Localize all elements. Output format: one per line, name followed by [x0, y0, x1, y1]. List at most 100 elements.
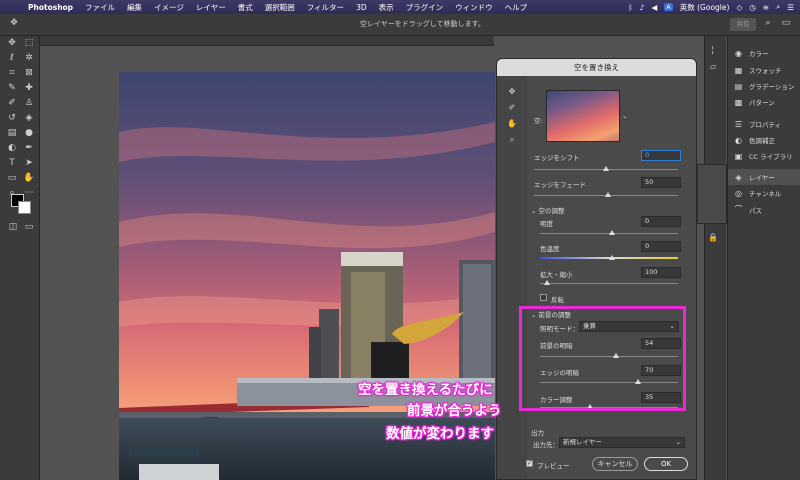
scale-thumb[interactable] [544, 280, 550, 285]
menu-select[interactable]: 選択範囲 [259, 2, 301, 13]
menu-edit[interactable]: 編集 [121, 2, 148, 13]
menu-window[interactable]: ウィンドウ [449, 2, 499, 13]
move-tool-options-icon[interactable]: ✥ [8, 18, 20, 30]
dropbox-icon[interactable]: ◇ [736, 3, 742, 12]
options-bar: ✥ 空レイヤーをドラッグして移動します。 共有 ⌕ ▭ [0, 14, 800, 36]
color-icon: ◉ [735, 48, 742, 58]
output-to-select[interactable]: 新規レイヤー ⌄ [559, 437, 685, 448]
crop-tool-icon[interactable]: ⌗ [5, 66, 19, 80]
panel-item-layers[interactable]: ◈ レイヤー [728, 169, 800, 185]
menu-plugins[interactable]: プラグイン [400, 2, 450, 13]
menu-type[interactable]: 書式 [232, 2, 259, 13]
temperature-thumb[interactable] [609, 255, 615, 260]
menu-app-name[interactable]: Photoshop [22, 3, 79, 12]
marquee-tool-icon[interactable]: ⬚ [22, 36, 36, 50]
channels-icon: ◎ [735, 188, 742, 198]
libraries-icon: ▣ [734, 151, 743, 161]
panel-item-channels[interactable]: ◎ チャンネル [734, 188, 781, 199]
comments-icon[interactable]: ▱ [710, 62, 716, 71]
gradient-tool-icon[interactable]: ▤ [5, 126, 19, 140]
menubar: Photoshop ファイル 編集 イメージ レイヤー 書式 選択範囲 フィルタ… [0, 0, 800, 14]
shift-edge-field[interactable]: 0 [641, 150, 681, 161]
clock-icon[interactable]: ◷ [749, 3, 756, 12]
scale-field[interactable]: 100 [641, 267, 681, 278]
panel-item-adjustments[interactable]: ◐ 色調補正 [734, 135, 775, 146]
healing-tool-icon[interactable]: ✚ [22, 81, 36, 95]
menu-file[interactable]: ファイル [79, 2, 121, 13]
cancel-button[interactable]: キャンセル [592, 457, 638, 471]
panel-item-gradients[interactable]: ▤ グラデーション [734, 81, 795, 92]
pen-tool-icon[interactable]: ✒ [22, 141, 36, 155]
scale-label: 拡大・縮小 [540, 271, 573, 279]
menu-image[interactable]: イメージ [148, 2, 190, 13]
history-brush-icon[interactable]: ↺ [5, 111, 19, 125]
shape-tool-icon[interactable]: ▭ [5, 171, 19, 185]
callout-line-2: 前景が合うよう [407, 403, 502, 419]
bluetooth-icon[interactable]: ᛒ [628, 3, 633, 12]
brightness-field[interactable]: 0 [641, 216, 681, 227]
scale-slider[interactable] [540, 283, 678, 284]
properties-icon: ☰ [734, 119, 743, 129]
move-tool-icon[interactable]: ✥ [5, 36, 19, 50]
sky-label: 空: [534, 117, 543, 125]
brush-tool-icon[interactable]: ✐ [5, 96, 19, 110]
ok-button[interactable]: OK [644, 457, 688, 471]
menu-layer[interactable]: レイヤー [190, 2, 232, 13]
quick-mask-icon[interactable]: ◫ [6, 220, 20, 234]
fade-edge-thumb[interactable] [605, 192, 611, 197]
flip-checkbox[interactable] [540, 294, 547, 301]
menu-filter[interactable]: フィルター [301, 2, 350, 13]
tools-panel-icon[interactable]: ╎ [710, 46, 715, 55]
type-tool-icon[interactable]: T [5, 156, 19, 170]
panel-item-swatches[interactable]: ▦ スウォッチ [734, 65, 782, 76]
share-button[interactable]: 共有 [730, 18, 756, 31]
brightness-thumb[interactable] [609, 230, 615, 235]
zoom-icon[interactable]: ⌕ [506, 135, 518, 147]
move-icon[interactable]: ✥ [506, 87, 518, 99]
search-icon[interactable]: ⌕ [776, 2, 780, 12]
panel-item-color[interactable]: ◉ カラー [734, 48, 769, 59]
shift-edge-thumb[interactable] [603, 166, 609, 171]
control-center-icon[interactable]: ☰ [787, 3, 794, 12]
lasso-tool-icon[interactable]: ℓ [5, 51, 19, 65]
screen-mode-icon[interactable]: ▭ [22, 220, 36, 234]
lock-icon[interactable]: 🔒 [708, 233, 718, 242]
workspace-icon[interactable]: ▭ [780, 18, 792, 30]
hand-icon[interactable]: ✋ [506, 119, 518, 131]
frame-tool-icon[interactable]: ⊠ [22, 66, 36, 80]
sky-dropdown-chevron-icon[interactable]: ⌄ [622, 112, 627, 120]
blur-tool-icon[interactable]: ● [22, 126, 36, 140]
magic-wand-tool-icon[interactable]: ✲ [22, 51, 36, 65]
stamp-tool-icon[interactable]: ♙ [22, 96, 36, 110]
menu-help[interactable]: ヘルプ [499, 2, 534, 13]
fade-edge-label: エッジをフェード [534, 181, 586, 189]
dodge-tool-icon[interactable]: ◐ [5, 141, 19, 155]
output-to-label: 出力先： [533, 441, 559, 449]
eraser-tool-icon[interactable]: ◈ [22, 111, 36, 125]
input-method-label[interactable]: 英数 (Google) [680, 2, 730, 13]
callout-line-1: 空を置き換えるたびに [358, 382, 493, 398]
ime-badge-icon[interactable]: A [664, 3, 673, 11]
sky-adjust-section[interactable]: ⌄ 空の調整 [531, 205, 565, 215]
sky-preset-thumbnail[interactable] [546, 90, 620, 142]
panel-item-properties[interactable]: ☰ プロパティ [734, 119, 781, 130]
panel-item-paths[interactable]: ⌒ パス [734, 204, 763, 215]
preview-checkbox[interactable]: ✓ [526, 460, 533, 467]
panel-item-patterns[interactable]: ▩ パターン [734, 97, 775, 108]
search-icon[interactable]: ⌕ [762, 18, 774, 30]
wifi-icon[interactable]: ≋ [763, 3, 769, 12]
eyedropper-tool-icon[interactable]: ✎ [5, 81, 19, 95]
background-color-swatch[interactable] [18, 201, 31, 214]
hand-tool-icon[interactable]: ✋ [22, 171, 36, 185]
volume-icon[interactable]: ◀ [652, 3, 658, 12]
sky-brush-icon[interactable]: ✐ [506, 103, 518, 115]
menu-view[interactable]: 表示 [373, 2, 400, 13]
panel-item-libraries[interactable]: ▣ CC ライブラリ [734, 151, 793, 162]
paths-icon: ⌒ [734, 205, 743, 214]
menu-3d[interactable]: 3D [350, 3, 373, 12]
path-select-tool-icon[interactable]: ➤ [22, 156, 36, 170]
audio-icon[interactable]: ♪ [640, 3, 645, 12]
more-tools-icon[interactable]: ⋯ [22, 186, 36, 200]
fade-edge-field[interactable]: 50 [641, 177, 681, 188]
temperature-field[interactable]: 0 [641, 241, 681, 252]
